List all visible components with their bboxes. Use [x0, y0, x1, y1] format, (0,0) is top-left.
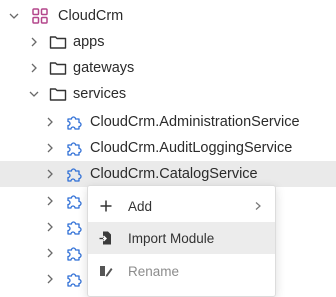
- menu-item-rename[interactable]: Rename: [88, 255, 275, 287]
- submenu-arrow-icon: [253, 199, 263, 214]
- module-icon: [65, 139, 83, 157]
- chevron-right-icon[interactable]: [28, 62, 40, 74]
- tree-root-label: CloudCrm: [58, 8, 124, 24]
- module-icon: [65, 113, 83, 131]
- plus-icon: [98, 198, 114, 214]
- context-menu: Add Import Module Rename: [87, 185, 276, 297]
- tree-service-label: CloudCrm.AuditLoggingService: [90, 140, 293, 156]
- chevron-right-icon[interactable]: [44, 195, 56, 207]
- menu-item-label: Import Module: [128, 230, 215, 246]
- menu-item-add[interactable]: Add: [88, 190, 275, 222]
- tree-folder-label: services: [73, 86, 127, 102]
- tree-folder-apps[interactable]: apps: [0, 29, 336, 55]
- tree-service-row[interactable]: CloudCrm.AuditLoggingService: [0, 135, 336, 161]
- tree-service-label: CloudCrm.AdministrationService: [90, 114, 300, 130]
- chevron-right-icon[interactable]: [44, 247, 56, 259]
- tree-folder-label: gateways: [73, 60, 135, 76]
- chevron-right-icon[interactable]: [44, 168, 56, 180]
- tree-folder-label: apps: [73, 34, 105, 50]
- chevron-down-icon[interactable]: [8, 10, 20, 22]
- folder-icon: [49, 85, 67, 103]
- module-icon: [65, 244, 83, 262]
- tree-row-root[interactable]: CloudCrm: [0, 3, 336, 29]
- chevron-right-icon[interactable]: [44, 142, 56, 154]
- tree-service-label: CloudCrm.CatalogService: [90, 166, 258, 182]
- rename-icon: [98, 263, 114, 279]
- module-icon: [65, 192, 83, 210]
- chevron-right-icon[interactable]: [28, 36, 40, 48]
- chevron-right-icon[interactable]: [44, 116, 56, 128]
- tree-folder-services[interactable]: services: [0, 81, 336, 107]
- import-icon: [98, 230, 114, 246]
- tree-service-row[interactable]: CloudCrm.AdministrationService: [0, 109, 336, 135]
- chevron-right-icon[interactable]: [44, 273, 56, 285]
- module-icon: [65, 218, 83, 236]
- module-icon: [65, 165, 83, 183]
- tree-folder-gateways[interactable]: gateways: [0, 55, 336, 81]
- tree-service-row-selected[interactable]: CloudCrm.CatalogService: [0, 161, 336, 187]
- module-icon: [65, 270, 83, 288]
- menu-item-label: Rename: [128, 263, 180, 279]
- menu-item-label: Add: [128, 198, 153, 214]
- folder-icon: [49, 59, 67, 77]
- menu-item-import-module[interactable]: Import Module: [88, 222, 275, 254]
- chevron-right-icon[interactable]: [44, 221, 56, 233]
- solution-icon: [31, 7, 49, 25]
- folder-icon: [49, 33, 67, 51]
- chevron-down-icon[interactable]: [28, 88, 40, 100]
